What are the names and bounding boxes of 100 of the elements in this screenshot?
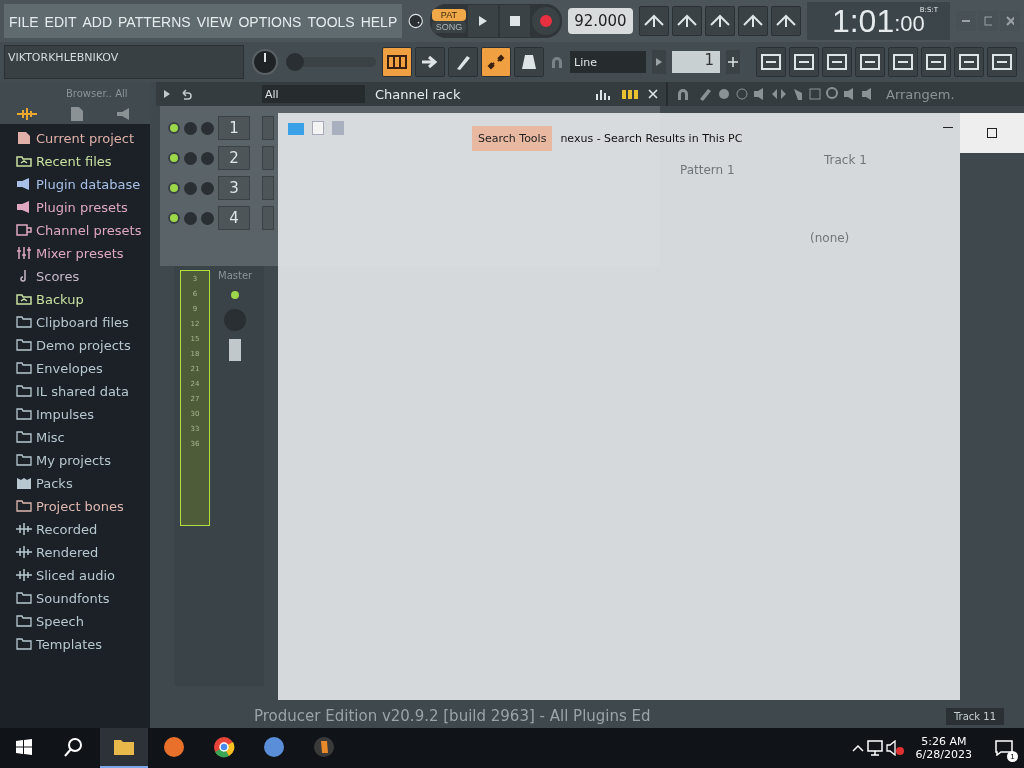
step-sequencer-icon[interactable] <box>622 88 638 100</box>
toolbar-toggle[interactable] <box>514 47 544 77</box>
undo-icon[interactable] <box>180 88 192 100</box>
browser-item[interactable]: Templates <box>16 634 150 654</box>
muted-speaker-icon[interactable] <box>885 740 904 756</box>
toolbar-button[interactable] <box>638 6 669 36</box>
notifications-button[interactable]: 1 <box>984 728 1024 768</box>
channel-number[interactable]: 2 <box>218 146 250 170</box>
search-tools-tab[interactable]: Search Tools <box>472 125 553 151</box>
panel-icon <box>958 53 980 71</box>
browser-item[interactable]: Channel presets <box>16 220 150 240</box>
link-icon <box>486 53 506 71</box>
window-button[interactable] <box>789 47 819 77</box>
menu-item[interactable]: OPTIONS <box>235 12 305 30</box>
browser-item[interactable]: Recent files <box>16 151 150 171</box>
browser-item[interactable]: Clipboard files <box>16 312 150 332</box>
document-tab-icon[interactable] <box>71 107 83 121</box>
channel-number[interactable]: 4 <box>218 206 250 230</box>
toolbar-toggle[interactable] <box>448 47 478 77</box>
panel-icon <box>760 53 782 71</box>
mode-toggle[interactable]: SONG <box>431 21 467 33</box>
channel-filter-dropdown[interactable]: All <box>262 85 365 103</box>
channel-led-icon[interactable] <box>168 152 180 164</box>
hint-text: VIKTORKHLEBNIKOV <box>7 50 120 66</box>
window-button[interactable] <box>822 47 852 77</box>
browser-item[interactable]: Impulses <box>16 404 150 424</box>
browser-item[interactable]: Packs <box>16 473 150 493</box>
mode-toggle[interactable]: PAT <box>431 9 467 21</box>
folder-icon <box>16 591 32 605</box>
play-button[interactable] <box>468 5 499 37</box>
folder-icon <box>288 121 304 135</box>
graph-editor-icon[interactable] <box>596 88 612 100</box>
chevron-icon <box>774 13 797 29</box>
toolbar-button[interactable] <box>671 6 702 36</box>
pattern-arrow-button[interactable] <box>652 50 666 74</box>
window-button[interactable] <box>888 47 918 77</box>
browser-item[interactable]: Demo projects <box>16 335 150 355</box>
browser-item[interactable]: Plugin presets <box>16 197 150 217</box>
tempo-field[interactable]: 92.000 <box>568 8 633 34</box>
channel-number[interactable]: 1 <box>218 116 250 140</box>
browser-item[interactable]: Plugin database <box>16 174 150 194</box>
keyboard-icon <box>387 53 407 71</box>
browser-item[interactable]: Sliced audio <box>16 565 150 585</box>
menu-item[interactable]: HELP <box>357 12 401 30</box>
add-pattern-button[interactable] <box>726 50 740 74</box>
toolbar-button[interactable] <box>704 6 735 36</box>
folder-icon <box>16 430 32 444</box>
toolbar-toggle[interactable] <box>481 47 511 77</box>
browser-item[interactable]: My projects <box>16 450 150 470</box>
clock-time[interactable]: 5:26 AM <box>921 735 967 748</box>
menu-item[interactable]: PATTERNS <box>115 12 194 30</box>
menu-item[interactable]: FILE <box>6 12 42 30</box>
chevron-icon <box>642 13 665 29</box>
browser-item[interactable]: Speech <box>16 611 150 631</box>
waveform-tab-icon[interactable] <box>17 108 37 120</box>
pattern-field[interactable]: 1 <box>672 51 720 73</box>
menu-item[interactable]: VIEW <box>193 12 236 30</box>
toolbar-button[interactable] <box>770 6 801 36</box>
browser-item[interactable]: Envelopes <box>16 358 150 378</box>
browser-item[interactable]: Mixer presets <box>16 243 150 263</box>
channel-led-icon[interactable] <box>168 122 180 134</box>
toolbar-toggle[interactable] <box>382 47 412 77</box>
network-icon[interactable] <box>865 740 884 756</box>
window-button[interactable] <box>987 47 1017 77</box>
master-fader[interactable] <box>229 339 242 361</box>
master-led-icon[interactable] <box>229 289 242 301</box>
menu-item[interactable]: ADD <box>79 12 116 30</box>
toolbar-toggle[interactable] <box>415 47 445 77</box>
chevron-up-icon[interactable] <box>851 744 864 752</box>
browser-item[interactable]: Soundfonts <box>16 588 150 608</box>
browser-item[interactable]: Scores <box>16 266 150 286</box>
browser-item[interactable]: IL shared data <box>16 381 150 401</box>
window-button[interactable] <box>921 47 951 77</box>
volume-knob-icon[interactable] <box>250 47 280 77</box>
browser-item[interactable]: Current project <box>16 128 150 148</box>
status-text: Producer Edition v20.9.2 [build 2963] - All Plugins Ed <box>254 707 651 725</box>
browser-item[interactable]: Recorded <box>16 519 150 539</box>
snap-dropdown[interactable]: Line <box>570 51 646 73</box>
stop-button[interactable] <box>500 5 531 37</box>
menu-item[interactable]: TOOLS <box>304 12 358 30</box>
channel-led-icon[interactable] <box>168 212 180 224</box>
channel-number[interactable]: 3 <box>218 176 250 200</box>
magnet-icon[interactable] <box>676 87 690 101</box>
toolbar-button[interactable] <box>737 6 768 36</box>
browser-item[interactable]: Backup <box>16 289 150 309</box>
taskbar-app[interactable] <box>100 728 148 768</box>
menu-item[interactable]: EDIT <box>41 12 80 30</box>
window-button[interactable] <box>756 47 786 77</box>
channel-led-icon[interactable] <box>168 182 180 194</box>
window-button[interactable] <box>855 47 885 77</box>
close-icon[interactable] <box>648 89 658 99</box>
browser-item[interactable]: Misc <box>16 427 150 447</box>
app-icon <box>213 736 235 758</box>
browser-item[interactable]: Project bones <box>16 496 150 516</box>
document-icon <box>16 131 32 145</box>
play-arrow-icon[interactable] <box>164 90 170 98</box>
clock-date[interactable]: 6/28/2023 <box>915 748 972 761</box>
window-button[interactable] <box>954 47 984 77</box>
browser-item[interactable]: Rendered <box>16 542 150 562</box>
play-icon <box>478 15 489 27</box>
